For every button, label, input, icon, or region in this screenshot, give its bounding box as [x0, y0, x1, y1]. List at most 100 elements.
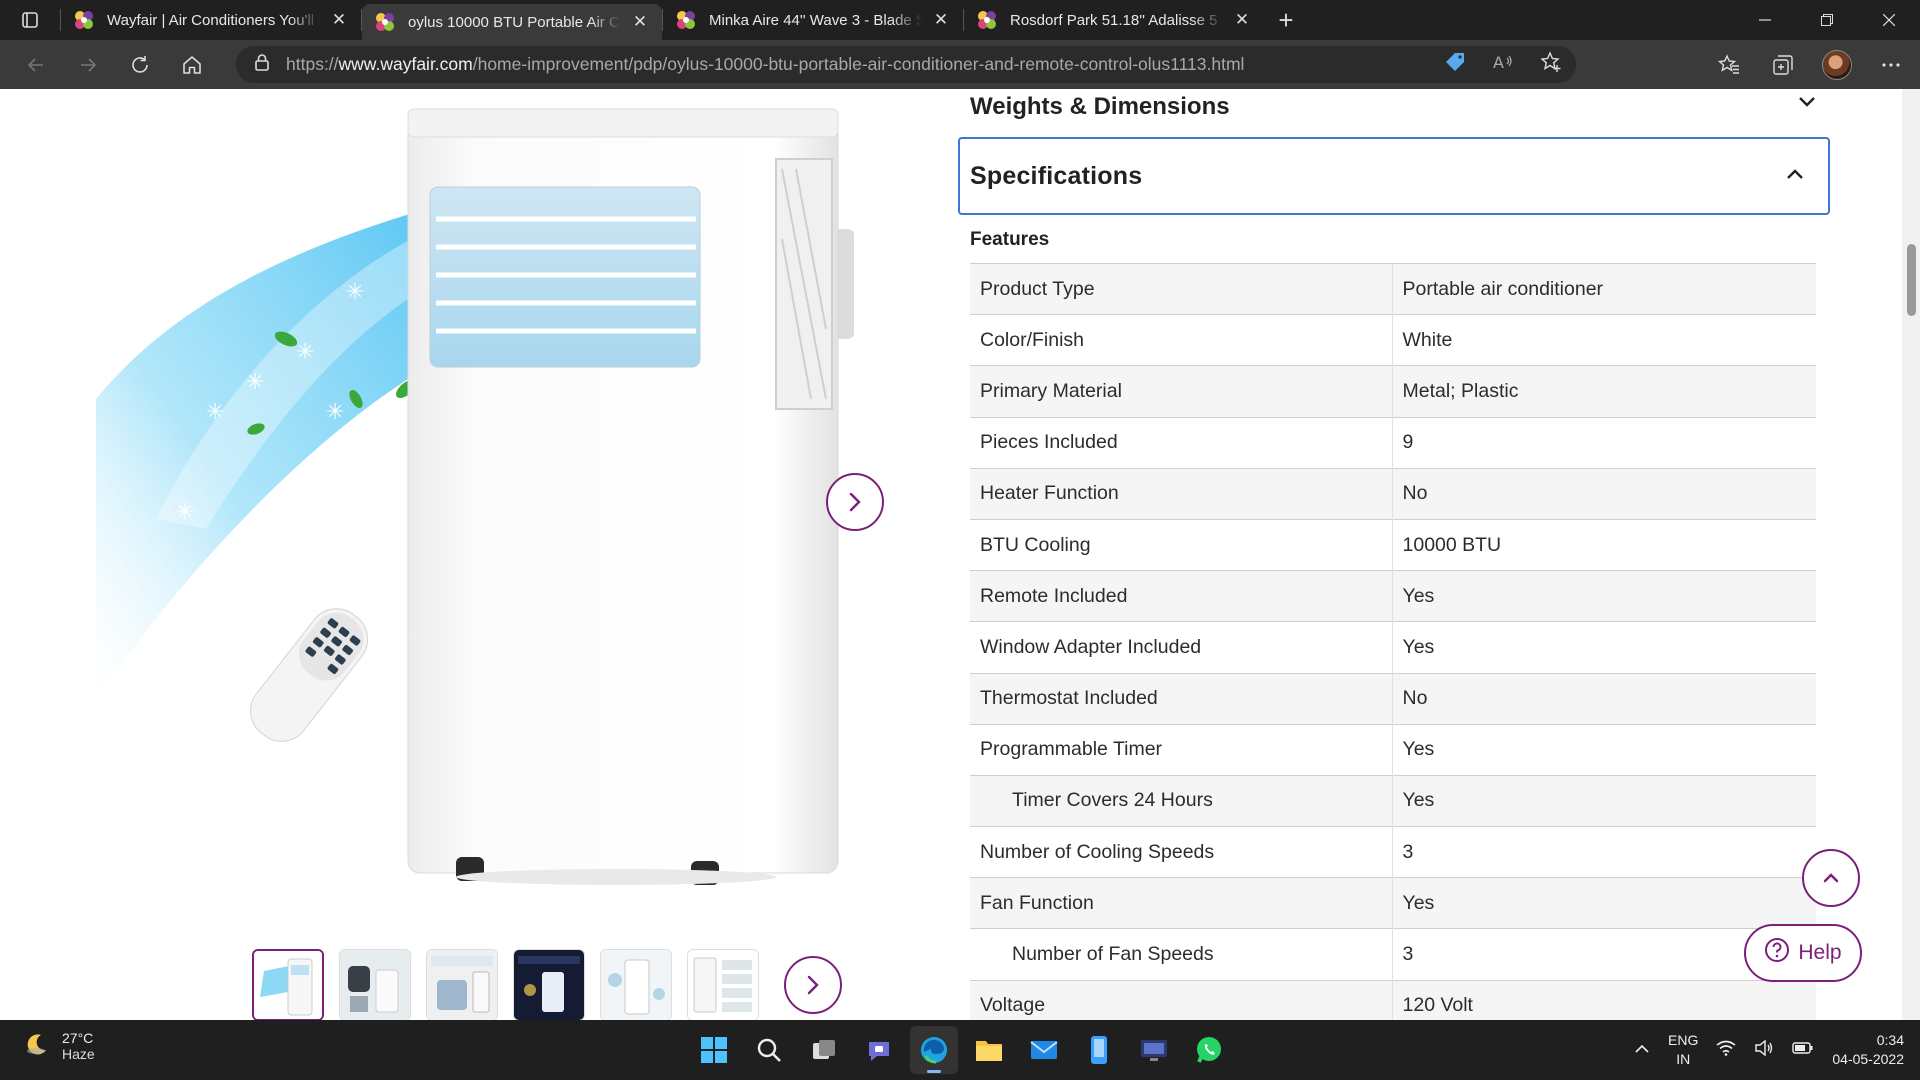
weights-dimensions-title: Weights & Dimensions [970, 93, 1230, 120]
specs-table: Product Type Portable air conditioner Colo… [970, 262, 1816, 1020]
spec-row: Product Type Portable air conditioner [970, 262, 1816, 315]
more-options-icon[interactable] [1872, 46, 1910, 84]
profile-avatar[interactable] [1818, 46, 1856, 84]
add-favorite-icon[interactable] [1540, 51, 1562, 78]
task-view-icon[interactable] [800, 1026, 848, 1074]
svg-text:✳: ✳ [296, 340, 314, 365]
home-button[interactable] [166, 43, 218, 87]
file-explorer-icon[interactable] [965, 1026, 1013, 1074]
weather-widget[interactable]: 27°C Haze [24, 1030, 95, 1062]
teams-chat-icon[interactable] [855, 1026, 903, 1074]
back-to-top-button[interactable] [1802, 849, 1860, 907]
specifications-accordion[interactable]: Specifications [958, 137, 1830, 215]
svg-text:✳: ✳ [246, 370, 264, 395]
thumbnail-item[interactable] [426, 949, 498, 1020]
language-indicator[interactable]: ENG IN [1668, 1031, 1698, 1069]
weather-condition: Haze [62, 1046, 95, 1062]
specifications-panel: Weights & Dimensions Specifications Feat… [958, 89, 1830, 1020]
volume-icon[interactable] [1754, 1039, 1774, 1061]
url-scheme: https:// [286, 54, 339, 74]
thumbnail-item[interactable] [600, 949, 672, 1020]
collections-icon[interactable] [1764, 46, 1802, 84]
spec-value: Yes [1392, 723, 1816, 776]
thumbnail-item[interactable] [339, 949, 411, 1020]
chevron-up-icon[interactable] [1634, 1041, 1650, 1059]
browser-tab[interactable]: Wayfair | Air Conditioners You'll Love ✕ [61, 0, 361, 40]
favorites-icon[interactable] [1710, 46, 1748, 84]
scrollbar-thumb[interactable] [1907, 244, 1916, 316]
browser-tab[interactable]: Minka Aire 44'' Wave 3 - Blade Standard ✕ [663, 0, 963, 40]
restore-button[interactable] [1796, 0, 1858, 40]
url-path: /home-improvement/pdp/oylus-10000-btu-po… [472, 54, 1245, 74]
page-content: ✳ ✳ ✳ ✳ ✳ ✳ ✳ ✳ ✳ Weights & Dimensions S… [0, 89, 1902, 1020]
wayfair-favicon-icon [976, 9, 998, 31]
svg-text:✳: ✳ [336, 490, 354, 515]
tab-title: oylus 10000 BTU Portable Air Conditioner [408, 13, 622, 31]
tab-title: Minka Aire 44'' Wave 3 - Blade Standard [709, 11, 923, 29]
tab-close-icon[interactable]: ✕ [327, 8, 351, 32]
address-bar[interactable]: https://www.wayfair.com/home-improvement… [236, 46, 1576, 83]
lock-icon[interactable] [254, 53, 270, 76]
refresh-button[interactable] [114, 43, 166, 87]
svg-text:✳: ✳ [386, 440, 404, 465]
back-button[interactable] [10, 43, 62, 87]
thumbnail-item[interactable] [252, 949, 324, 1020]
spec-value: Portable air conditioner [1392, 262, 1816, 315]
thumbnail-item[interactable] [687, 949, 759, 1020]
help-button[interactable]: Help [1744, 924, 1862, 982]
spec-key: Color/Finish [970, 314, 1393, 366]
weights-dimensions-accordion[interactable]: Weights & Dimensions [958, 89, 1830, 125]
thumbnail-item[interactable] [513, 949, 585, 1020]
taskbar-apps [690, 1026, 1233, 1074]
spec-value: Yes [1392, 621, 1816, 673]
spec-value: 9 [1392, 416, 1816, 469]
read-aloud-icon[interactable]: A [1492, 52, 1514, 77]
tab-title: Wayfair | Air Conditioners You'll Love [107, 11, 321, 29]
help-label: Help [1798, 941, 1842, 964]
phone-link-icon[interactable] [1075, 1026, 1123, 1074]
features-heading: Features [970, 229, 1050, 250]
close-window-button[interactable] [1858, 0, 1920, 40]
url-text[interactable]: https://www.wayfair.com/home-improvement… [286, 54, 1244, 75]
spec-key: BTU Cooling [970, 518, 1393, 571]
battery-icon[interactable] [1792, 1041, 1814, 1060]
start-icon[interactable] [690, 1026, 738, 1074]
spec-row: Programmable Timer Yes [970, 723, 1816, 776]
tab-close-icon[interactable]: ✕ [628, 10, 652, 34]
svg-text:✳: ✳ [276, 500, 294, 525]
system-clock[interactable]: 0:34 04-05-2022 [1832, 1031, 1904, 1069]
spec-value: White [1392, 314, 1816, 366]
page-scrollbar[interactable] [1902, 89, 1920, 1020]
tab-close-icon[interactable]: ✕ [929, 8, 953, 32]
wayfair-favicon-icon [675, 9, 697, 31]
thumbnail-next-arrow[interactable] [784, 956, 842, 1014]
spec-row: Voltage 120 Volt [970, 979, 1816, 1020]
whatsapp-icon[interactable] [1185, 1026, 1233, 1074]
spec-value: 10000 BTU [1392, 518, 1816, 571]
new-tab-button[interactable]: + [1264, 0, 1308, 40]
spec-row: BTU Cooling 10000 BTU [970, 518, 1816, 571]
moon-icon [24, 1031, 50, 1062]
image-next-arrow[interactable] [826, 473, 884, 531]
svg-text:✳: ✳ [206, 400, 224, 425]
spec-value: No [1392, 467, 1816, 520]
browser-tab[interactable]: Rosdorf Park 51.18'' Adalisse 5 - Blade ✕ [964, 0, 1264, 40]
spec-key: Thermostat Included [970, 672, 1393, 725]
edge-browser-icon[interactable] [910, 1026, 958, 1074]
svg-text:✳: ✳ [326, 400, 344, 425]
product-main-image[interactable]: ✳ ✳ ✳ ✳ ✳ ✳ ✳ ✳ ✳ [96, 99, 856, 899]
search-icon[interactable] [745, 1026, 793, 1074]
minimize-button[interactable] [1734, 0, 1796, 40]
spec-row: Window Adapter Included Yes [970, 621, 1816, 673]
mail-icon[interactable] [1020, 1026, 1068, 1074]
tab-actions-icon[interactable] [0, 0, 60, 40]
forward-button[interactable] [62, 43, 114, 87]
screen-app-icon[interactable] [1130, 1026, 1178, 1074]
coupon-tag-icon[interactable] [1444, 51, 1466, 78]
browser-tab[interactable]: oylus 10000 BTU Portable Air Conditioner… [362, 4, 662, 40]
spec-row: Primary Material Metal; Plastic [970, 365, 1816, 418]
wifi-icon[interactable] [1716, 1040, 1736, 1061]
tab-close-icon[interactable]: ✕ [1230, 8, 1254, 32]
svg-text:✳: ✳ [176, 500, 194, 525]
chevron-down-icon [1798, 95, 1816, 113]
